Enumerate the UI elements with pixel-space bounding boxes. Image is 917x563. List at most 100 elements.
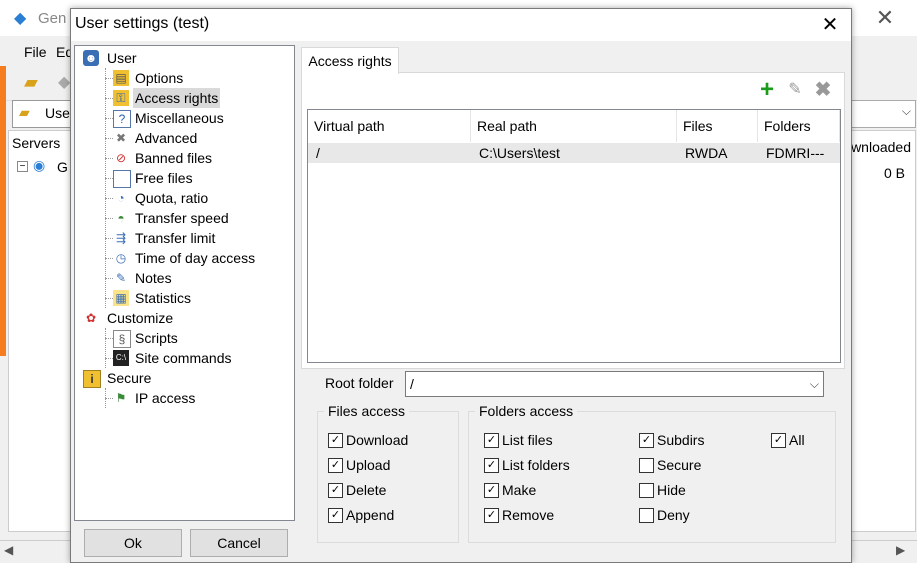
statistics-icon: ▦ (113, 290, 129, 306)
transfers-panel: wnloaded 0 B (848, 130, 916, 532)
script-icon: § (113, 330, 131, 348)
tree-label: User (107, 50, 137, 66)
servers-label: Servers (12, 135, 61, 151)
checkbox-box[interactable]: ✓ (771, 433, 786, 448)
tree-label: Transfer speed (135, 210, 229, 226)
tools-icon: ✖ (115, 131, 127, 145)
checkbox-label: Subdirs (657, 432, 705, 448)
ok-button[interactable]: Ok (84, 529, 182, 557)
tree-label: Free files (135, 170, 193, 186)
dialog-title: User settings (test) (75, 15, 210, 32)
checkbox-box[interactable] (639, 483, 654, 498)
cell-files: RWDA (685, 145, 728, 161)
checkbox-label: Hide (657, 482, 686, 498)
files-access-group: Files access ✓ Download ✓ Upload ✓ Delet… (317, 403, 459, 543)
background-menubar: File Ed (0, 36, 73, 66)
checkbox-label: All (789, 432, 805, 448)
checkbox-label: Delete (346, 482, 387, 498)
close-icon[interactable]: ✕ (815, 11, 845, 39)
cell-virtual-path: / (316, 145, 320, 161)
tree-label: Customize (107, 310, 174, 326)
plus-icon[interactable]: + (758, 78, 776, 102)
root-folder-combo[interactable]: / ⌵ (405, 371, 824, 397)
checkbox-label: Remove (502, 507, 555, 523)
x-icon[interactable]: ✖ (814, 80, 832, 100)
checkbox-box[interactable]: ✓ (484, 483, 499, 498)
speedometer-icon: ◓ (117, 211, 125, 225)
tree-label: Advanced (135, 130, 198, 146)
column-header[interactable]: Folders (758, 110, 840, 142)
folder-icon: ▰ (19, 104, 30, 120)
app-accent-strip (0, 66, 6, 356)
tree-label: Banned files (135, 150, 213, 166)
downloaded-header: wnloaded (851, 139, 911, 155)
cancel-button[interactable]: Cancel (190, 529, 288, 557)
toolbar-icon[interactable]: ◆ (58, 72, 70, 92)
customize-icon: ✿ (85, 311, 97, 325)
tree-label: IP access (135, 390, 196, 406)
downloaded-value: 0 B (883, 165, 905, 181)
checkbox-label: Download (346, 432, 409, 448)
expand-icon[interactable]: − (17, 161, 28, 172)
settings-tree: ☻ User ▤ Options ⚿ Access rights ? Misce… (74, 45, 295, 521)
banned-files-icon: ⊘ (115, 151, 127, 165)
checkbox-box[interactable]: ✓ (484, 508, 499, 523)
tree-label: Site commands (135, 350, 232, 366)
tab-access-rights[interactable]: Access rights (301, 47, 399, 74)
column-header[interactable]: Virtual path (308, 110, 471, 142)
pencil-icon[interactable]: ✎ (786, 81, 804, 99)
checkbox-label: Upload (346, 457, 391, 473)
tree-label: Miscellaneous (135, 110, 224, 126)
background-combo-text: Use (45, 105, 70, 121)
tree-label: Notes (135, 270, 172, 286)
folder-open-icon[interactable]: ▰ (24, 72, 38, 93)
quota-icon: ◔ (117, 191, 125, 205)
server-node-label[interactable]: G (57, 159, 68, 175)
servers-panel: Servers − ◉ G (8, 130, 72, 532)
cell-real-path: C:\Users\test (479, 145, 560, 161)
background-combo[interactable]: ▰ Use (12, 100, 74, 128)
tree-label: Transfer limit (135, 230, 216, 246)
checkbox-box[interactable]: ✓ (328, 483, 343, 498)
checkbox-label: List files (502, 432, 553, 448)
chevron-down-icon[interactable]: ⌵ (810, 372, 819, 396)
checkbox-box[interactable]: ✓ (328, 458, 343, 473)
clock-icon: ◷ (115, 251, 127, 265)
options-icon: ▤ (113, 70, 129, 86)
checkbox-label: Deny (657, 507, 690, 523)
folders-access-group: Folders access ✓ List files ✓ List folde… (468, 403, 836, 543)
folders-access-title: Folders access (475, 403, 578, 419)
app-logo-icon: ◆ (14, 10, 27, 27)
tree-label: Time of day access (135, 250, 256, 266)
checkbox-box[interactable] (639, 508, 654, 523)
tree-label: Options (135, 70, 184, 86)
server-icon: ◉ (33, 157, 46, 173)
notes-icon: ✎ (115, 271, 127, 285)
background-title: Gen (38, 10, 67, 27)
checkbox-box[interactable] (639, 458, 654, 473)
user-settings-dialog: User settings (test) ✕ ☻ User ▤ Options … (70, 8, 852, 563)
menu-file[interactable]: File (24, 44, 47, 60)
scroll-right-icon[interactable]: ▶ (896, 543, 905, 557)
checkbox-box[interactable]: ✓ (328, 433, 343, 448)
ip-access-icon: ⚑ (115, 391, 127, 405)
checkbox-box[interactable]: ✓ (484, 458, 499, 473)
background-combo-right[interactable]: ⌵ (848, 100, 916, 128)
table-row[interactable]: / C:\Users\test RWDA FDMRI--- (308, 143, 840, 163)
chevron-down-icon: ⌵ (901, 104, 911, 118)
background-close-icon[interactable]: ✕ (870, 4, 900, 32)
secure-icon: i (83, 370, 101, 388)
checkbox-box[interactable]: ✓ (484, 433, 499, 448)
user-icon: ☻ (83, 50, 99, 66)
column-header[interactable]: Files (677, 110, 758, 142)
tree-label: Statistics (135, 290, 192, 306)
checkbox-label: Make (502, 482, 537, 498)
tree-label: Secure (107, 370, 152, 386)
column-header[interactable]: Real path (471, 110, 677, 142)
cell-folders: FDMRI--- (766, 145, 825, 161)
checkbox-box[interactable]: ✓ (639, 433, 654, 448)
scroll-left-icon[interactable]: ◀ (4, 543, 13, 557)
checkbox-box[interactable]: ✓ (328, 508, 343, 523)
access-rights-list: Virtual path Real path Files Folders / C… (307, 109, 841, 363)
checkbox-label: Append (346, 507, 395, 523)
